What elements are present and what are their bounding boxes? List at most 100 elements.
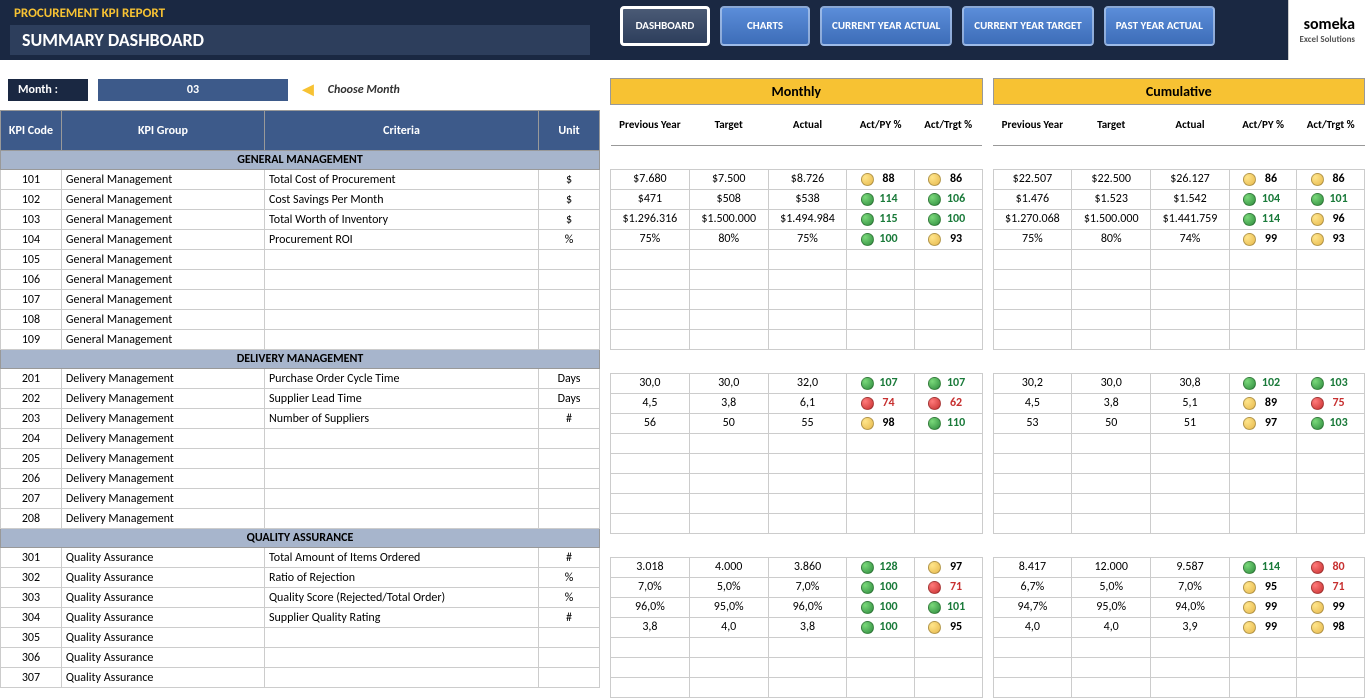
monthly-row: 3.0184.0003.860 128 97 xyxy=(611,557,983,577)
monthly-block-title: Monthly xyxy=(610,78,983,105)
monthly-row: 96,0%95,0%96,0% 100 101 xyxy=(611,597,983,617)
monthly-data-table: Previous Year Target Actual Act/PY % Act… xyxy=(610,105,983,698)
monthly-row: 565055 98 110 xyxy=(611,413,983,433)
kpi-row[interactable]: 203Delivery ManagementNumber of Supplier… xyxy=(1,409,600,429)
section-header: GENERAL MANAGEMENT xyxy=(1,151,600,170)
cumulative-row xyxy=(993,637,1365,657)
cumulative-row: 30,230,030,8 102 103 xyxy=(993,373,1365,393)
kpi-row[interactable]: 303Quality AssuranceQuality Score (Rejec… xyxy=(1,588,600,608)
nav-dashboard[interactable]: DASHBOARD xyxy=(620,6,710,46)
kpi-row[interactable]: 207Delivery Management xyxy=(1,489,600,509)
kpi-row[interactable]: 208Delivery Management xyxy=(1,509,600,529)
monthly-row: 7,0%5,0%7,0% 100 71 xyxy=(611,577,983,597)
section-spacer xyxy=(611,349,983,373)
kpi-row[interactable]: 103General ManagementTotal Worth of Inve… xyxy=(1,210,600,230)
kpi-row[interactable]: 102General ManagementCost Savings Per Mo… xyxy=(1,190,600,210)
nav-cy-actual[interactable]: CURRENT YEAR ACTUAL xyxy=(820,6,952,46)
cumulative-row xyxy=(993,309,1365,329)
monthly-row: 4,53,86,1 74 62 xyxy=(611,393,983,413)
section-spacer xyxy=(611,145,983,169)
month-selector[interactable]: 03 xyxy=(98,79,288,101)
kpi-row[interactable]: 306Quality Assurance xyxy=(1,648,600,668)
arrow-left-icon: ◄ xyxy=(298,78,318,102)
monthly-row xyxy=(611,493,983,513)
kpi-row[interactable]: 201Delivery ManagementPurchase Order Cyc… xyxy=(1,369,600,389)
monthly-row: 30,030,032,0 107 107 xyxy=(611,373,983,393)
section-spacer xyxy=(611,533,983,557)
nav-charts[interactable]: CHARTS xyxy=(720,6,810,46)
monthly-row xyxy=(611,249,983,269)
cumulative-row: 6,7%5,0%7,0% 95 71 xyxy=(993,577,1365,597)
cumulative-block-title: Cumulative xyxy=(993,78,1365,105)
col-kpi-group: KPI Group xyxy=(61,111,264,151)
kpi-row[interactable]: 206Delivery Management xyxy=(1,469,600,489)
month-hint: Choose Month xyxy=(328,83,400,97)
brand-logo: someka Excel Solutions xyxy=(1288,0,1365,60)
cumulative-data-table: Previous Year Target Actual Act/PY % Act… xyxy=(993,105,1365,698)
cumulative-row: 4,04,03,9 99 98 xyxy=(993,617,1365,637)
section-header: DELIVERY MANAGEMENT xyxy=(1,350,600,369)
cumulative-row: 4,53,85,1 89 75 xyxy=(993,393,1365,413)
cumulative-row: 8.41712.0009.587 114 80 xyxy=(993,557,1365,577)
cumulative-row xyxy=(993,269,1365,289)
kpi-row[interactable]: 104General ManagementProcurement ROI% xyxy=(1,230,600,250)
monthly-row xyxy=(611,637,983,657)
monthly-row: 75%80%75% 100 93 xyxy=(611,229,983,249)
col-c-actpy: Act/PY % xyxy=(1229,105,1297,145)
kpi-row[interactable]: 302Quality AssuranceRatio of Rejection% xyxy=(1,568,600,588)
col-m-actual: Actual xyxy=(768,105,847,145)
cumulative-row xyxy=(993,289,1365,309)
cumulative-row xyxy=(993,493,1365,513)
nav-py-actual[interactable]: PAST YEAR ACTUAL xyxy=(1104,6,1215,46)
monthly-row xyxy=(611,309,983,329)
monthly-row xyxy=(611,513,983,533)
kpi-row[interactable]: 205Delivery Management xyxy=(1,449,600,469)
report-title: PROCUREMENT KPI REPORT xyxy=(10,4,590,23)
kpi-definition-table: KPI Code KPI Group Criteria Unit GENERAL… xyxy=(0,110,600,688)
kpi-row[interactable]: 109General Management xyxy=(1,330,600,350)
section-spacer xyxy=(993,145,1365,169)
cumulative-row: 94,7%95,0%94,0% 99 99 xyxy=(993,597,1365,617)
col-kpi-code: KPI Code xyxy=(1,111,62,151)
cumulative-row xyxy=(993,433,1365,453)
monthly-row xyxy=(611,473,983,493)
section-spacer xyxy=(993,349,1365,373)
col-c-acttrgt: Act/Trgt % xyxy=(1297,105,1365,145)
kpi-row[interactable]: 202Delivery ManagementSupplier Lead Time… xyxy=(1,389,600,409)
report-subtitle: SUMMARY DASHBOARD xyxy=(10,25,590,55)
kpi-row[interactable]: 301Quality AssuranceTotal Amount of Item… xyxy=(1,548,600,568)
nav-cy-target[interactable]: CURRENT YEAR TARGET xyxy=(962,6,1093,46)
monthly-row xyxy=(611,657,983,677)
kpi-row[interactable]: 101General ManagementTotal Cost of Procu… xyxy=(1,170,600,190)
section-spacer xyxy=(993,533,1365,557)
kpi-row[interactable]: 304Quality AssuranceSupplier Quality Rat… xyxy=(1,608,600,628)
top-bar: PROCUREMENT KPI REPORT SUMMARY DASHBOARD… xyxy=(0,0,1365,60)
col-m-target: Target xyxy=(689,105,768,145)
monthly-row xyxy=(611,433,983,453)
col-c-py: Previous Year xyxy=(993,105,1072,145)
monthly-row: 3,84,03,8 100 95 xyxy=(611,617,983,637)
kpi-row[interactable]: 307Quality Assurance xyxy=(1,668,600,688)
cumulative-row xyxy=(993,513,1365,533)
cumulative-row: $22.507$22.500$26.127 86 86 xyxy=(993,169,1365,189)
kpi-row[interactable]: 105General Management xyxy=(1,250,600,270)
col-unit: Unit xyxy=(539,111,600,151)
col-c-target: Target xyxy=(1072,105,1151,145)
cumulative-row xyxy=(993,473,1365,493)
cumulative-row xyxy=(993,677,1365,697)
col-m-py: Previous Year xyxy=(611,105,690,145)
monthly-row: $471$508$538 114 106 xyxy=(611,189,983,209)
kpi-row[interactable]: 204Delivery Management xyxy=(1,429,600,449)
monthly-row xyxy=(611,453,983,473)
kpi-row[interactable]: 106General Management xyxy=(1,270,600,290)
cumulative-row xyxy=(993,657,1365,677)
kpi-row[interactable]: 305Quality Assurance xyxy=(1,628,600,648)
kpi-row[interactable]: 108General Management xyxy=(1,310,600,330)
cumulative-row xyxy=(993,329,1365,349)
cumulative-row xyxy=(993,249,1365,269)
monthly-row xyxy=(611,289,983,309)
cumulative-row: $1.476$1.523$1.542 104 101 xyxy=(993,189,1365,209)
col-criteria: Criteria xyxy=(264,111,538,151)
monthly-row xyxy=(611,269,983,289)
kpi-row[interactable]: 107General Management xyxy=(1,290,600,310)
